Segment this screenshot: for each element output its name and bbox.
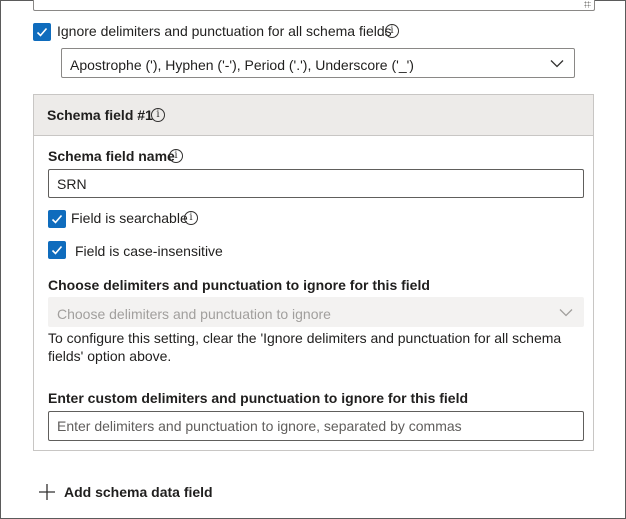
info-icon[interactable]: i <box>151 108 165 122</box>
checkmark-icon <box>51 214 63 224</box>
schema-field-name-value[interactable] <box>49 170 583 197</box>
field-delimiters-placeholder: Choose delimiters and punctuation to ign… <box>57 306 331 322</box>
chevron-down-icon <box>559 309 573 317</box>
custom-delimiters-input[interactable] <box>48 411 584 441</box>
field-delimiters-dropdown: Choose delimiters and punctuation to ign… <box>48 297 584 327</box>
previous-textarea[interactable] <box>33 0 595 11</box>
info-icon[interactable]: i <box>184 211 198 225</box>
checkmark-icon <box>51 245 63 255</box>
case-insensitive-label: Field is case-insensitive <box>75 243 223 259</box>
resize-grip-icon[interactable] <box>584 1 591 8</box>
global-delimiters-dropdown[interactable]: Apostrophe ('), Hyphen ('-'), Period ('.… <box>61 48 575 78</box>
case-insensitive-checkbox[interactable] <box>48 241 66 259</box>
custom-delimiters-label: Enter custom delimiters and punctuation … <box>48 390 469 406</box>
schema-field-panel: Schema field #1 i Schema field name i Fi… <box>33 94 594 451</box>
info-icon[interactable]: i <box>385 24 399 38</box>
custom-delimiters-field[interactable] <box>49 412 583 440</box>
ignore-all-checkbox[interactable] <box>33 23 51 41</box>
searchable-label: Field is searchable <box>71 210 188 226</box>
searchable-checkbox[interactable] <box>48 210 66 228</box>
add-schema-field-label: Add schema data field <box>64 484 213 500</box>
ignore-all-label: Ignore delimiters and punctuation for al… <box>57 23 392 39</box>
schema-field-name-input[interactable] <box>48 169 584 198</box>
schema-field-title: Schema field #1 <box>47 107 153 123</box>
plus-icon <box>39 484 55 500</box>
schema-field-name-label: Schema field name <box>48 148 175 164</box>
schema-field-header: Schema field #1 i <box>34 95 593 136</box>
chevron-down-icon <box>550 60 564 68</box>
checkmark-icon <box>36 27 48 37</box>
dropdown-selected-value: Apostrophe ('), Hyphen ('-'), Period ('.… <box>70 57 414 73</box>
delimiters-help-text: To configure this setting, clear the 'Ig… <box>48 330 562 364</box>
info-icon[interactable]: i <box>169 149 183 163</box>
choose-delimiters-label: Choose delimiters and punctuation to ign… <box>48 277 430 293</box>
